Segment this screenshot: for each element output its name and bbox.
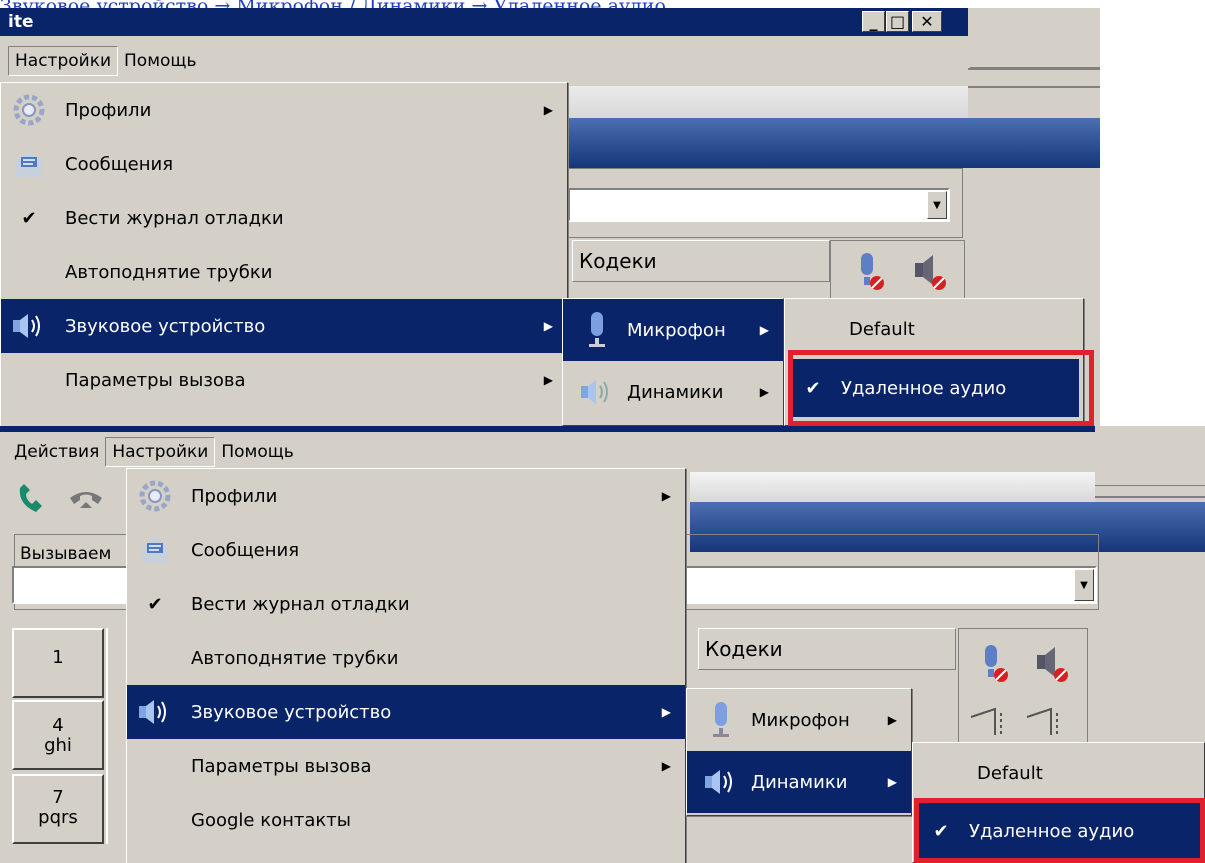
speaker-icon <box>9 306 49 346</box>
right-toolbar-area <box>970 8 1100 68</box>
highlight-frame <box>788 350 1094 426</box>
menu-actions[interactable]: Действия <box>8 437 105 467</box>
menu-item-call-params[interactable]: Параметры вызова ▶ <box>127 739 685 793</box>
settings-menu: Профили ▶ Сообщения ✔ Вести журнал отлад… <box>0 82 568 426</box>
submenu-arrow-icon: ▶ <box>661 489 671 503</box>
keypad-key-7[interactable]: 7 pqrs <box>12 774 104 844</box>
submenu-arrow-icon: ▶ <box>887 775 897 789</box>
submenu-item-speakers[interactable]: Динамики ▶ <box>687 751 911 813</box>
message-icon <box>9 144 49 184</box>
submenu-item-speakers[interactable]: Динамики ▶ <box>563 361 783 423</box>
microphone-muted-icon[interactable] <box>975 643 1015 685</box>
maximize-button[interactable]: □ <box>886 11 909 32</box>
speaker-muted-icon[interactable] <box>1031 643 1073 685</box>
menu-item-sound-device[interactable]: Звуковое устройство ▶ <box>1 299 567 353</box>
menu-item-debug-log[interactable]: ✔ Вести журнал отладки <box>1 191 567 245</box>
gear-icon <box>9 90 49 130</box>
keypad-key-4[interactable]: 4 ghi <box>12 700 104 770</box>
keypad-key-1[interactable]: 1 <box>12 628 104 698</box>
speaker-icon <box>577 372 617 412</box>
menu-item-profiles[interactable]: Профили ▶ <box>127 469 685 523</box>
menu-help[interactable]: Помощь <box>118 46 202 76</box>
submenu-item-microphone[interactable]: Микрофон ▶ <box>687 689 911 751</box>
submenu-arrow-icon: ▶ <box>543 319 553 333</box>
dropdown-arrow-icon[interactable]: ▼ <box>927 191 947 219</box>
microphone-icon <box>701 700 741 740</box>
menu-item-auto-answer[interactable]: Автоподнятие трубки <box>127 631 685 685</box>
screenshot-top: ▼ Кодеки ite _ □ ✕ Настройки Помощь Проф… <box>0 8 1100 426</box>
message-icon <box>135 530 175 570</box>
called-label: Вызываем <box>18 544 114 564</box>
speaker-icon <box>135 692 175 732</box>
microphone-icon <box>577 310 617 350</box>
window-title: ite <box>8 12 34 32</box>
menu-item-profiles[interactable]: Профили ▶ <box>1 83 567 137</box>
menu-item-call-params[interactable]: Параметры вызова ▶ <box>1 353 567 407</box>
menu-item-debug-log[interactable]: ✔ Вести журнал отладки <box>127 577 685 631</box>
submenu-arrow-icon: ▶ <box>759 323 769 337</box>
microphone-muted-icon[interactable] <box>851 251 891 293</box>
menu-item-messages[interactable]: Сообщения <box>1 137 567 191</box>
device-item-default[interactable]: Default <box>913 743 1204 803</box>
submenu-arrow-icon: ▶ <box>543 373 553 387</box>
menu-item-google-contacts[interactable]: Google контакты <box>127 793 685 847</box>
settings-menu: Профили ▶ Сообщения ✔ Вести журнал отлад… <box>126 468 686 863</box>
caption-text: Звуковое устройство → Микрофон / Динамик… <box>0 0 666 8</box>
submenu-item-microphone[interactable]: Микрофон ▶ <box>563 299 783 361</box>
screenshot-bottom: Действия Настройки Помощь Вызываем ▼ 1 4… <box>0 426 1205 863</box>
check-icon: ✔ <box>21 207 37 229</box>
check-icon: ✔ <box>147 593 163 615</box>
submenu-arrow-icon: ▶ <box>759 385 769 399</box>
submenu-arrow-icon: ▶ <box>543 103 553 117</box>
dropdown-arrow-icon[interactable]: ▼ <box>1074 569 1094 601</box>
menu-help[interactable]: Помощь <box>215 437 299 467</box>
submenu-arrow-icon: ▶ <box>887 713 897 727</box>
submenu-arrow-icon: ▶ <box>661 759 671 773</box>
submenu-arrow-icon: ▶ <box>661 705 671 719</box>
gear-icon <box>135 476 175 516</box>
menu-settings[interactable]: Настройки <box>105 437 216 467</box>
menubar: Настройки Помощь <box>0 36 968 86</box>
menu-item-messages[interactable]: Сообщения <box>127 523 685 577</box>
audio-controls <box>830 240 965 300</box>
sound-device-submenu: Микрофон ▶ Динамики ▶ <box>686 688 912 816</box>
keypad: 1 4 ghi 7 pqrs <box>10 622 134 863</box>
speaker-icon <box>701 762 741 802</box>
window-titlebar[interactable]: ite _ □ ✕ <box>0 8 968 36</box>
speaker-muted-icon[interactable] <box>909 251 951 293</box>
highlight-frame <box>914 798 1205 863</box>
menubar: Действия Настройки Помощь <box>0 432 1095 472</box>
codecs-header[interactable]: Кодеки <box>698 628 956 670</box>
status-banner <box>568 118 1100 168</box>
menu-settings[interactable]: Настройки <box>8 46 119 76</box>
toolbar-band <box>690 472 1095 502</box>
menu-item-auto-answer[interactable]: Автоподнятие трубки <box>1 245 567 299</box>
close-button[interactable]: ✕ <box>912 11 942 32</box>
codecs-header[interactable]: Кодеки <box>572 240 830 282</box>
menu-item-sound-device[interactable]: Звуковое устройство ▶ <box>127 685 685 739</box>
hangup-icon[interactable] <box>66 484 106 516</box>
right-toolbar-area <box>1095 426 1205 486</box>
minimize-button[interactable]: _ <box>862 11 885 32</box>
sound-device-submenu: Микрофон ▶ Динамики ▶ <box>562 298 784 426</box>
divider <box>1095 496 1205 498</box>
divider <box>968 86 1100 88</box>
called-number-input[interactable]: ▼ <box>568 188 950 222</box>
call-icon[interactable] <box>14 482 50 516</box>
divider <box>968 68 1100 70</box>
volume-sliders-icon[interactable] <box>967 705 1077 745</box>
